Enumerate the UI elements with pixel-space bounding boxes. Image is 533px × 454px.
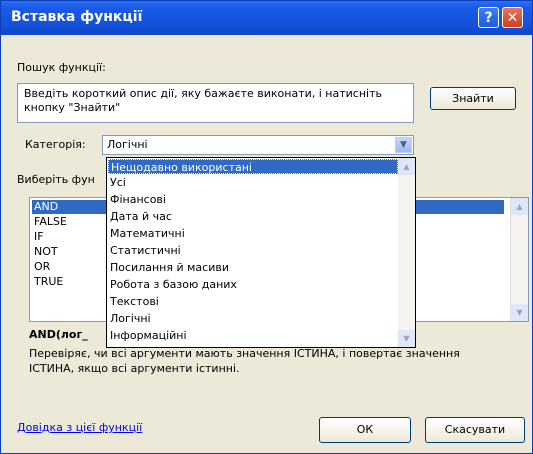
list-item[interactable]: IF (32, 230, 104, 244)
dropdown-item[interactable]: Робота з базою даних (108, 277, 400, 292)
insert-function-dialog: Вставка функції ? ✕ Пошук функції: Введі… (0, 0, 533, 454)
list-item[interactable]: OR (32, 260, 104, 274)
function-description: Перевіряє, чи всі аргументи мають значен… (29, 347, 460, 375)
scroll-up-icon[interactable]: ▲ (511, 198, 528, 215)
function-list-scrollbar[interactable]: ▲ ▼ (510, 198, 528, 321)
question-icon: ? (484, 10, 493, 26)
category-dropdown[interactable]: Нещодавно використані Усі Фінансові Дата… (106, 157, 416, 348)
dropdown-item[interactable]: Дата й час (108, 209, 400, 224)
title-bar: Вставка функції ? ✕ (1, 1, 532, 35)
dropdown-item[interactable]: Посилання й масиви (108, 260, 400, 275)
dropdown-item[interactable]: Логічні (108, 311, 400, 326)
list-item[interactable]: NOT (32, 245, 104, 259)
list-item[interactable]: FALSE (32, 215, 104, 229)
help-link[interactable]: Довідка з цієї функції (17, 421, 142, 434)
scroll-down-icon[interactable]: ▼ (511, 304, 528, 321)
scroll-up-icon[interactable]: ▲ (398, 158, 415, 175)
dropdown-item[interactable]: Математичні (108, 226, 400, 241)
function-signature: AND(лог_ (29, 328, 88, 341)
search-input[interactable]: Введіть короткий опис дії, яку бажаєте в… (17, 83, 414, 123)
close-button[interactable]: ✕ (502, 7, 523, 28)
select-function-label: Виберіть фун (17, 173, 95, 186)
list-item[interactable]: TRUE (32, 275, 104, 289)
dropdown-scrollbar[interactable]: ▲ ▼ (398, 158, 415, 347)
chevron-down-icon[interactable]: ▼ (395, 137, 412, 153)
ok-button[interactable]: ОК (319, 417, 411, 443)
close-icon: ✕ (506, 10, 519, 26)
scroll-down-icon[interactable]: ▼ (398, 330, 415, 347)
category-value: Логічні (107, 138, 148, 151)
category-select[interactable]: Логічні ▼ (102, 135, 414, 155)
help-button[interactable]: ? (478, 7, 499, 28)
search-label: Пошук функції: (17, 61, 106, 74)
dropdown-item[interactable]: Інформаційні (108, 328, 400, 343)
find-button[interactable]: Знайти (430, 87, 516, 110)
dropdown-item[interactable]: Нещодавно використані (108, 159, 398, 174)
category-label: Категорія: (25, 138, 86, 151)
dropdown-item[interactable]: Статистичні (108, 243, 400, 258)
dropdown-item[interactable]: Фінансові (108, 192, 400, 207)
cancel-button[interactable]: Скасувати (425, 417, 525, 443)
dropdown-item[interactable]: Текстові (108, 294, 400, 309)
dialog-title: Вставка функції (11, 9, 143, 25)
dropdown-item[interactable]: Усі (108, 175, 400, 190)
